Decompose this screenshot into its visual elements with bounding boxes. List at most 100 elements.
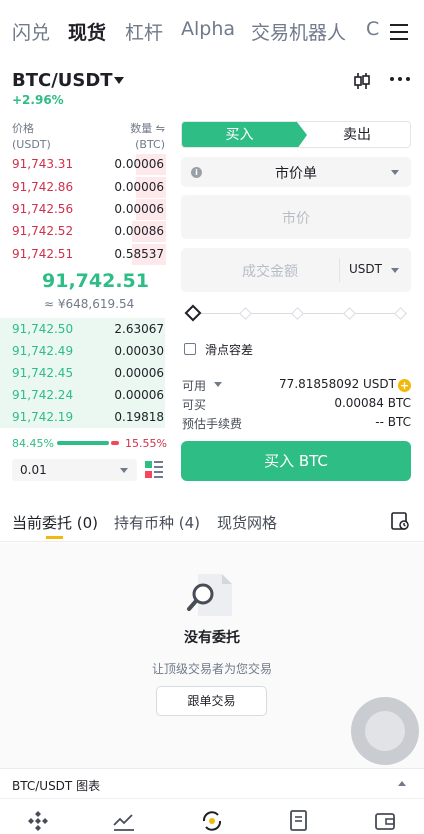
can-buy-row: 可买 0.00084 BTC — [182, 396, 411, 414]
bid-price: 91,742.24 — [12, 388, 74, 402]
fee-value: -- BTC — [375, 415, 411, 429]
buy-btc-button[interactable]: 买入 BTC — [181, 441, 411, 481]
chevron-down-icon — [120, 468, 128, 473]
tick-size-value: 0.01 — [20, 463, 47, 477]
tab-more-clipped[interactable]: C — [366, 18, 379, 40]
ask-row[interactable]: 91,742.52 0.00086 — [0, 220, 170, 242]
fee-label[interactable]: 预估手续费 — [182, 415, 242, 432]
candlestick-chart-icon[interactable] — [352, 71, 372, 91]
add-funds-icon[interactable]: + — [398, 379, 411, 392]
ask-qty: 0.00006 — [114, 157, 164, 171]
amount-unit-select[interactable]: USDT — [349, 262, 382, 276]
price-change: +2.96% — [12, 93, 64, 107]
bid-price: 91,742.49 — [12, 344, 74, 358]
tab-trading-bots[interactable]: 交易机器人 — [251, 18, 346, 45]
tab-spot[interactable]: 现货 — [68, 18, 106, 45]
tab-open-orders[interactable]: 当前委托 (0) — [12, 512, 98, 533]
qty-unit-label: (BTC) — [135, 138, 165, 151]
buy-ratio: 84.45% — [12, 437, 54, 450]
orderbook-price-header: 价格 (USDT) — [12, 121, 51, 153]
bid-price: 91,742.19 — [12, 410, 74, 424]
ask-price: 91,743.31 — [12, 157, 74, 171]
price-field[interactable]: 市价 — [181, 195, 411, 239]
slider-step-50[interactable] — [291, 307, 304, 320]
tab-holdings[interactable]: 持有币种 (4) — [114, 512, 200, 533]
trade-icon[interactable] — [200, 809, 224, 833]
ask-row[interactable]: 91,742.56 0.00006 — [0, 198, 170, 220]
ask-qty: 0.58537 — [114, 247, 164, 261]
tab-spot-grid[interactable]: 现货网格 — [217, 512, 277, 533]
slider-step-75[interactable] — [343, 307, 356, 320]
empty-state-subtitle: 让顶级交易者为您交易 — [151, 662, 272, 676]
tab-margin[interactable]: 杠杆 — [125, 18, 163, 45]
empty-document-icon — [187, 574, 232, 616]
slippage-checkbox[interactable] — [184, 343, 196, 355]
orderbook-qty-header[interactable]: 数量 ⇋ (BTC) — [120, 121, 165, 153]
futures-icon[interactable] — [287, 809, 311, 833]
markets-icon[interactable] — [112, 809, 136, 833]
fee-row: 预估手续费 -- BTC — [182, 415, 411, 433]
more-options-icon[interactable] — [390, 77, 412, 83]
ask-row[interactable]: 91,742.86 0.00006 — [0, 176, 170, 198]
price-placeholder: 市价 — [282, 211, 310, 227]
empty-state-title: 没有委托 — [184, 630, 240, 646]
tick-size-select[interactable]: 0.01 — [12, 459, 137, 481]
orderbook-layout-icon[interactable] — [145, 461, 163, 479]
slippage-label[interactable]: 滑点容差 — [205, 341, 253, 358]
price-unit-label: (USDT) — [12, 138, 51, 151]
copy-trading-button[interactable]: 跟单交易 — [156, 686, 267, 716]
order-type-value: 市价单 — [275, 166, 317, 182]
tab-convert[interactable]: 闪兑 — [12, 18, 50, 45]
amount-field[interactable]: 成交金额 USDT — [181, 248, 411, 292]
sell-ratio: 15.55% — [125, 437, 167, 450]
ask-qty: 0.00086 — [114, 224, 164, 238]
available-row: 可用 77.81858092 USDT + — [182, 377, 411, 395]
bid-row[interactable]: 91,742.24 0.00006 — [0, 384, 170, 406]
ask-row[interactable]: 91,743.31 0.00006 — [0, 153, 170, 175]
buy-sell-toggle: 买入 卖出 — [181, 121, 411, 148]
buy-ratio-bar — [57, 441, 109, 445]
buy-tab[interactable]: 买入 — [182, 122, 297, 147]
floating-button-inner — [365, 711, 405, 751]
ask-qty: 0.00006 — [114, 202, 164, 216]
ask-price: 91,742.56 — [12, 202, 74, 216]
chart-drawer-bar[interactable]: BTC/USDT 图表 — [0, 768, 424, 798]
available-label[interactable]: 可用 — [182, 377, 206, 394]
pair-selector[interactable]: BTC/USDT — [12, 70, 113, 91]
slider-step-25[interactable] — [239, 307, 252, 320]
menu-icon[interactable] — [390, 23, 410, 41]
slider-step-100[interactable] — [394, 307, 407, 320]
tab-alpha[interactable]: Alpha — [181, 18, 235, 40]
bid-row[interactable]: 91,742.19 0.19818 — [0, 406, 170, 428]
wallet-icon[interactable] — [373, 809, 397, 833]
bid-row[interactable]: 91,742.50 2.63067 — [0, 318, 170, 340]
order-tabs: 当前委托 (0) 持有币种 (4) 现货网格 — [0, 502, 424, 542]
ask-row[interactable]: 91,742.51 0.58537 — [0, 243, 170, 265]
active-tab-indicator — [46, 536, 63, 539]
qty-header-label: 数量 ⇋ — [130, 122, 165, 135]
bid-row[interactable]: 91,742.45 0.00006 — [0, 362, 170, 384]
ask-qty: 0.00006 — [114, 180, 164, 194]
bid-qty: 2.63067 — [114, 322, 164, 336]
last-price[interactable]: 91,742.51 — [42, 270, 149, 292]
order-type-select[interactable]: i 市价单 — [181, 157, 411, 187]
bid-row[interactable]: 91,742.49 0.00030 — [0, 340, 170, 362]
amount-divider — [339, 258, 340, 282]
slider-handle[interactable] — [184, 304, 202, 322]
caret-down-icon[interactable] — [114, 77, 124, 84]
chevron-up-icon[interactable] — [398, 781, 406, 786]
available-value-wrap: 77.81858092 USDT + — [279, 377, 411, 392]
floating-assistive-button[interactable] — [351, 697, 419, 765]
bid-qty: 0.00030 — [114, 344, 164, 358]
ask-price: 91,742.52 — [12, 224, 74, 238]
bid-price: 91,742.45 — [12, 366, 74, 380]
order-history-icon[interactable] — [390, 511, 410, 531]
ask-price: 91,742.86 — [12, 180, 74, 194]
chevron-down-icon[interactable] — [214, 382, 222, 387]
bid-qty: 0.00006 — [114, 388, 164, 402]
sell-tab[interactable]: 卖出 — [302, 122, 410, 147]
can-buy-value: 0.00084 BTC — [334, 396, 411, 410]
home-icon[interactable] — [26, 809, 50, 833]
available-value: 77.81858092 USDT — [279, 377, 396, 391]
bid-price: 91,742.50 — [12, 322, 74, 336]
